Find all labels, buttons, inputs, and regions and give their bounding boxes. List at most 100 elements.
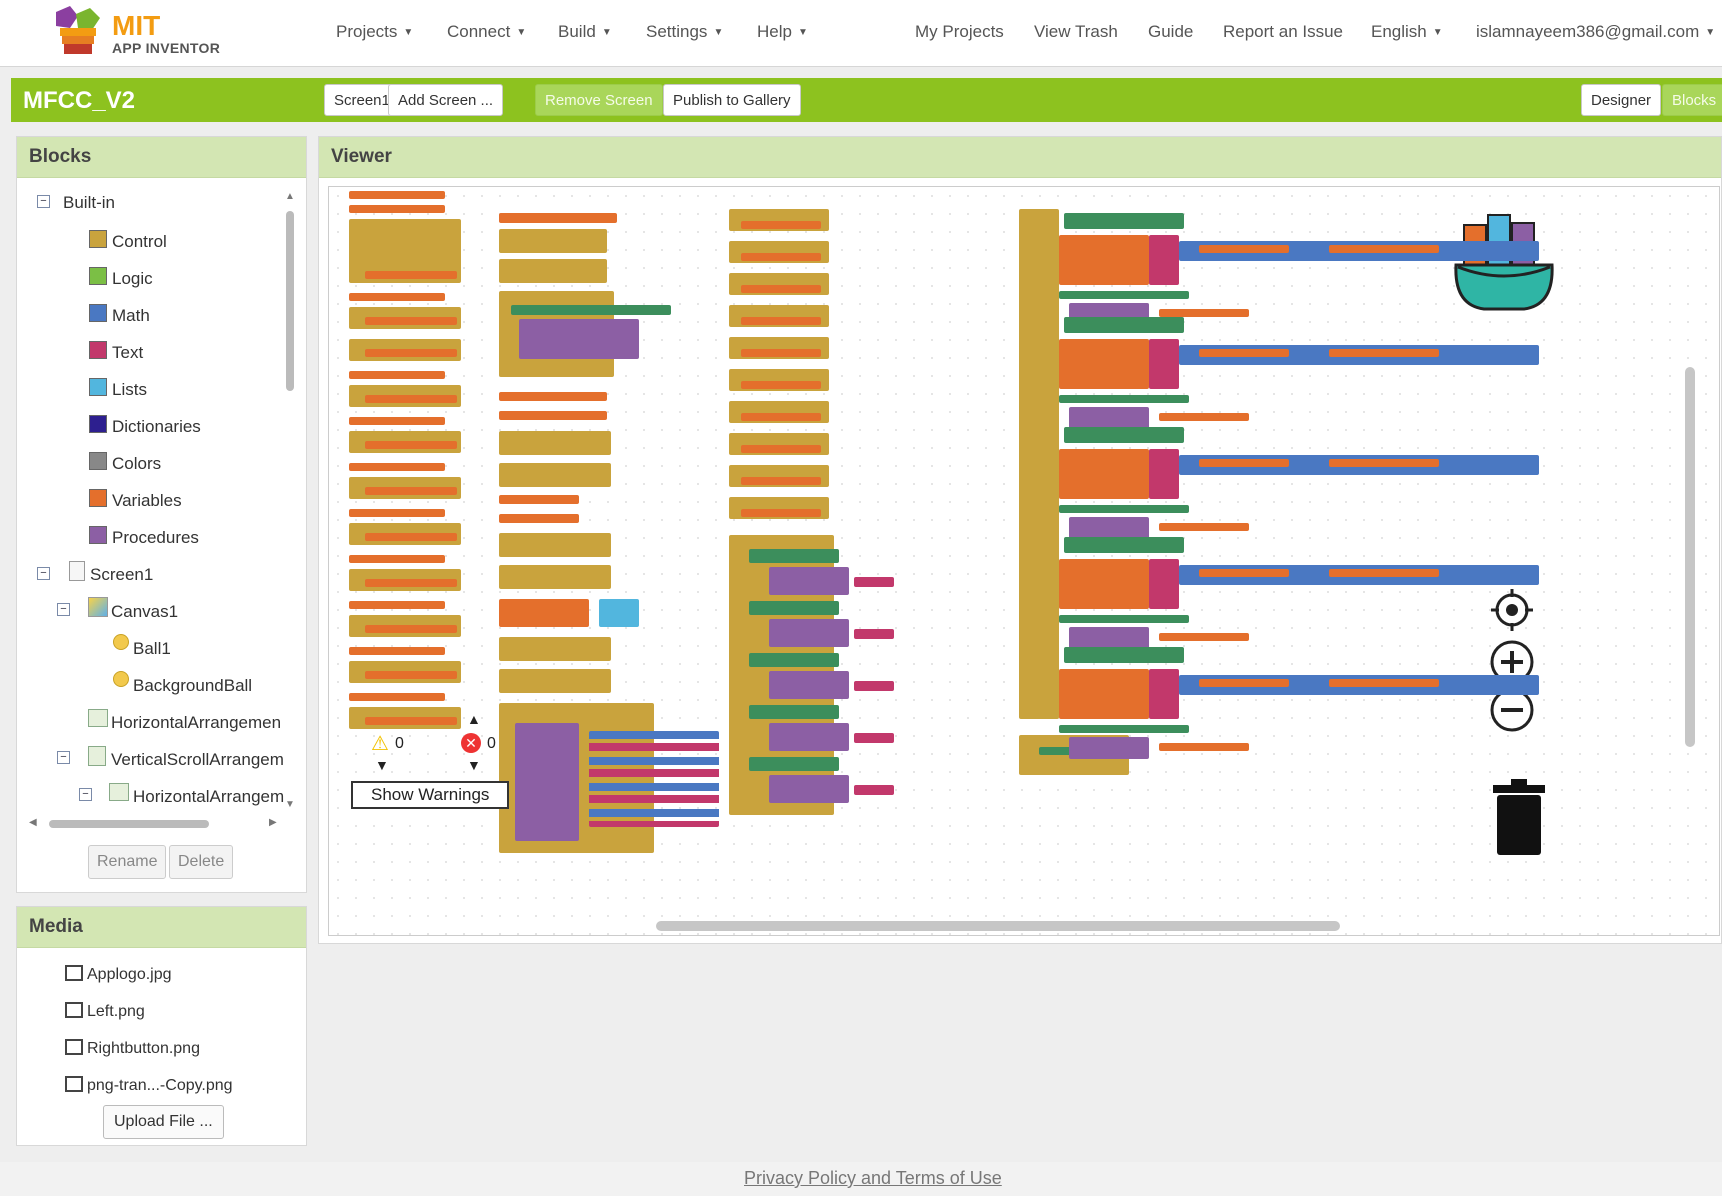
tree-vertical-scroll-arrangement[interactable]: VerticalScrollArrangem	[111, 750, 284, 770]
code-block[interactable]	[365, 271, 457, 279]
media-file[interactable]: Rightbutton.png	[65, 1039, 200, 1058]
code-block[interactable]	[1064, 537, 1184, 553]
code-block[interactable]	[499, 514, 579, 523]
tree-screen1[interactable]: Screen1	[90, 565, 153, 585]
drawer-colors[interactable]: Colors	[112, 454, 161, 474]
tree-vertical-scrollbar[interactable]: ▲ ▼	[283, 191, 297, 811]
code-block[interactable]	[1159, 413, 1249, 421]
drawer-math[interactable]: Math	[112, 306, 150, 326]
code-block[interactable]	[499, 533, 611, 557]
code-block[interactable]	[854, 733, 894, 743]
code-block[interactable]	[854, 629, 894, 639]
tree-backgroundball[interactable]: BackgroundBall	[133, 676, 252, 696]
media-file[interactable]: Applogo.jpg	[65, 965, 172, 984]
code-block[interactable]	[365, 671, 457, 679]
code-block[interactable]	[365, 349, 457, 357]
code-block[interactable]	[1149, 669, 1179, 719]
rename-button[interactable]: Rename	[88, 845, 167, 879]
drawer-dictionaries[interactable]: Dictionaries	[112, 417, 201, 437]
code-block[interactable]	[365, 487, 457, 495]
menu-account[interactable]: islamnayeem386@gmail.com ▼	[1476, 22, 1715, 42]
tree-horizontal-arrangement[interactable]: HorizontalArrangemen	[111, 713, 281, 733]
code-block[interactable]	[365, 395, 457, 403]
drawer-variables[interactable]: Variables	[112, 491, 182, 511]
tree-horizontal-scrollbar[interactable]: ◀ ▶	[29, 817, 279, 831]
code-block[interactable]	[519, 319, 639, 359]
code-block[interactable]	[499, 259, 607, 283]
code-block[interactable]	[1059, 615, 1189, 623]
delete-button[interactable]: Delete	[169, 845, 234, 879]
code-block[interactable]	[1069, 407, 1149, 429]
code-block[interactable]	[349, 191, 445, 199]
code-block[interactable]	[741, 413, 821, 421]
drawer-logic[interactable]: Logic	[112, 269, 153, 289]
code-block[interactable]	[854, 577, 894, 587]
code-block[interactable]	[1019, 209, 1059, 719]
code-block[interactable]	[1199, 245, 1289, 253]
drawer-lists[interactable]: Lists	[112, 380, 147, 400]
code-block[interactable]	[499, 495, 579, 504]
code-block[interactable]	[749, 653, 839, 667]
code-block[interactable]	[499, 599, 589, 627]
code-block[interactable]	[1199, 569, 1289, 577]
code-block[interactable]	[1159, 633, 1249, 641]
error-down-icon[interactable]: ▼	[467, 757, 481, 773]
code-block[interactable]	[1149, 449, 1179, 499]
code-block[interactable]	[499, 463, 611, 487]
code-block[interactable]	[769, 619, 849, 647]
code-block[interactable]	[1059, 235, 1149, 285]
code-block[interactable]	[769, 567, 849, 595]
workspace-horizontal-scrollbar[interactable]	[656, 921, 1340, 931]
code-block[interactable]	[1069, 517, 1149, 539]
code-block[interactable]	[599, 599, 639, 627]
code-block[interactable]	[349, 509, 445, 517]
code-block[interactable]	[1149, 559, 1179, 609]
code-block[interactable]	[854, 681, 894, 691]
code-block[interactable]	[741, 221, 821, 229]
blocks-workspace[interactable]: ▲ ▼ ▲ ▼ ⚠ 0 ✕ 0 Show Warnings	[328, 186, 1720, 936]
tree-horizontal-arrangement-2[interactable]: HorizontalArrangem	[133, 787, 284, 807]
code-block[interactable]	[1059, 291, 1189, 299]
code-block[interactable]	[1159, 523, 1249, 531]
code-block[interactable]	[1059, 395, 1189, 403]
scroll-left-icon[interactable]: ◀	[29, 817, 37, 828]
collapse-icon[interactable]: −	[37, 195, 50, 208]
code-block[interactable]	[741, 477, 821, 485]
scroll-thumb[interactable]	[286, 211, 294, 391]
code-block[interactable]	[499, 431, 611, 455]
code-block[interactable]	[499, 637, 611, 661]
code-block[interactable]	[741, 509, 821, 517]
drawer-control[interactable]: Control	[112, 232, 167, 252]
code-block[interactable]	[349, 647, 445, 655]
collapse-icon[interactable]: −	[37, 567, 50, 580]
code-block[interactable]	[1059, 669, 1149, 719]
menu-build[interactable]: Build ▼	[558, 22, 612, 42]
privacy-policy-link[interactable]: Privacy Policy and Terms of Use	[744, 1168, 1002, 1189]
code-block[interactable]	[1199, 349, 1289, 357]
link-report-issue[interactable]: Report an Issue	[1223, 22, 1343, 42]
code-block[interactable]	[741, 381, 821, 389]
code-block[interactable]	[769, 671, 849, 699]
code-block[interactable]	[1329, 459, 1439, 467]
code-block[interactable]	[741, 253, 821, 261]
code-block[interactable]	[1329, 245, 1439, 253]
code-block[interactable]	[749, 549, 839, 563]
designer-button[interactable]: Designer	[1581, 84, 1662, 116]
error-up-icon[interactable]: ▲	[467, 711, 481, 727]
code-block[interactable]	[499, 392, 607, 401]
menu-projects[interactable]: Projects ▼	[336, 22, 413, 42]
code-block[interactable]	[741, 317, 821, 325]
code-block[interactable]	[741, 285, 821, 293]
code-block[interactable]	[1199, 679, 1289, 687]
code-block[interactable]	[1329, 349, 1439, 357]
code-block[interactable]	[1329, 679, 1439, 687]
link-guide[interactable]: Guide	[1148, 22, 1193, 42]
code-block[interactable]	[1059, 505, 1189, 513]
code-block[interactable]	[1059, 725, 1189, 733]
code-block[interactable]	[499, 411, 607, 420]
code-block[interactable]	[1199, 459, 1289, 467]
scroll-right-icon[interactable]: ▶	[269, 817, 277, 828]
code-block[interactable]	[769, 775, 849, 803]
upload-file-button[interactable]: Upload File ...	[103, 1105, 224, 1139]
code-block[interactable]	[749, 705, 839, 719]
